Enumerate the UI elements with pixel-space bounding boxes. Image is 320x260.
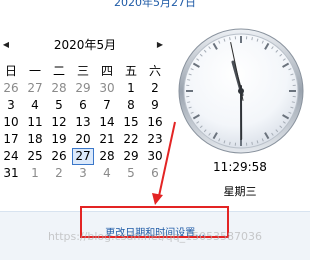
annotation-highlight-box bbox=[80, 206, 229, 238]
calendar-day[interactable]: 10 bbox=[0, 114, 22, 131]
clock-minute-tick bbox=[252, 37, 253, 40]
calendar-day[interactable]: 23 bbox=[144, 131, 166, 148]
month-title[interactable]: 2020年5月 bbox=[30, 38, 140, 52]
calendar-day[interactable]: 3 bbox=[0, 97, 22, 114]
clock-minute-tick bbox=[187, 80, 190, 81]
calendar-day[interactable]: 17 bbox=[0, 131, 22, 148]
weekday-header: 日 一 二 三 四 五 六 bbox=[0, 64, 170, 80]
triangle-right-icon: ▶ bbox=[157, 40, 163, 49]
calendar-day[interactable]: 16 bbox=[144, 114, 166, 131]
calendar-day[interactable]: 28 bbox=[96, 148, 118, 165]
weekday-label: 四 bbox=[96, 64, 118, 78]
calendar-day[interactable]: 1 bbox=[24, 165, 46, 182]
calendar-day[interactable]: 9 bbox=[144, 97, 166, 114]
calendar-day[interactable]: 2 bbox=[144, 80, 166, 97]
weekday-label: 六 bbox=[144, 64, 166, 78]
calendar-day[interactable]: 26 bbox=[0, 80, 22, 97]
calendar-day[interactable]: 15 bbox=[120, 114, 142, 131]
clock-minute-tick bbox=[252, 142, 253, 145]
calendar-day[interactable]: 20 bbox=[72, 131, 94, 148]
calendar-day[interactable]: 14 bbox=[96, 114, 118, 131]
calendar-day[interactable]: 25 bbox=[24, 148, 46, 165]
calendar-day[interactable]: 27 bbox=[24, 80, 46, 97]
clock-minute-tick bbox=[292, 102, 295, 103]
calendar-day[interactable]: 28 bbox=[48, 80, 70, 97]
digital-time: 11:29:58 bbox=[176, 160, 304, 174]
current-date-link[interactable]: 2020年5月27日 bbox=[0, 0, 310, 12]
calendar-day[interactable]: 21 bbox=[96, 131, 118, 148]
weekday-label: 五 bbox=[120, 64, 142, 78]
calendar-day[interactable]: 12 bbox=[48, 114, 70, 131]
calendar-day[interactable]: 18 bbox=[24, 131, 46, 148]
next-month-button[interactable]: ▶ bbox=[155, 39, 165, 51]
calendar-day[interactable]: 11 bbox=[24, 114, 46, 131]
current-weekday: 星期三 bbox=[176, 185, 304, 199]
analog-clock bbox=[176, 26, 306, 156]
calendar-day[interactable]: 31 bbox=[0, 165, 22, 182]
calendar-day[interactable]: 26 bbox=[48, 148, 70, 165]
calendar-day[interactable]: 30 bbox=[144, 148, 166, 165]
calendar-day[interactable]: 2 bbox=[48, 165, 70, 182]
calendar-header: ◀ 2020年5月 ▶ bbox=[0, 35, 170, 55]
calendar-day[interactable]: 13 bbox=[72, 114, 94, 131]
clock-minute-tick bbox=[230, 142, 231, 145]
calendar-day[interactable]: 19 bbox=[48, 131, 70, 148]
previous-month-button[interactable]: ◀ bbox=[1, 39, 11, 51]
clock-minute-tick bbox=[230, 37, 231, 40]
clock-minute-tick bbox=[292, 80, 295, 81]
calendar-day[interactable]: 8 bbox=[120, 97, 142, 114]
clock-minute-tick bbox=[187, 102, 190, 103]
calendar-day-selected[interactable]: 27 bbox=[72, 148, 94, 165]
calendar-day[interactable]: 29 bbox=[120, 148, 142, 165]
calendar-day[interactable]: 5 bbox=[48, 97, 70, 114]
calendar-day[interactable]: 22 bbox=[120, 131, 142, 148]
calendar-day[interactable]: 5 bbox=[120, 165, 142, 182]
calendar-day[interactable]: 3 bbox=[72, 165, 94, 182]
weekday-label: 二 bbox=[48, 64, 70, 78]
calendar-day[interactable]: 4 bbox=[24, 97, 46, 114]
weekday-label: 日 bbox=[0, 64, 22, 78]
calendar-day[interactable]: 1 bbox=[120, 80, 142, 97]
calendar-day[interactable]: 6 bbox=[144, 165, 166, 182]
calendar-day[interactable]: 30 bbox=[96, 80, 118, 97]
weekday-label: 一 bbox=[24, 64, 46, 78]
weekday-label: 三 bbox=[72, 64, 94, 78]
calendar-day[interactable]: 4 bbox=[96, 165, 118, 182]
calendar-day[interactable]: 29 bbox=[72, 80, 94, 97]
calendar-day[interactable]: 24 bbox=[0, 148, 22, 165]
triangle-left-icon: ◀ bbox=[3, 40, 9, 49]
calendar-day[interactable]: 6 bbox=[72, 97, 94, 114]
calendar-day[interactable]: 7 bbox=[96, 97, 118, 114]
